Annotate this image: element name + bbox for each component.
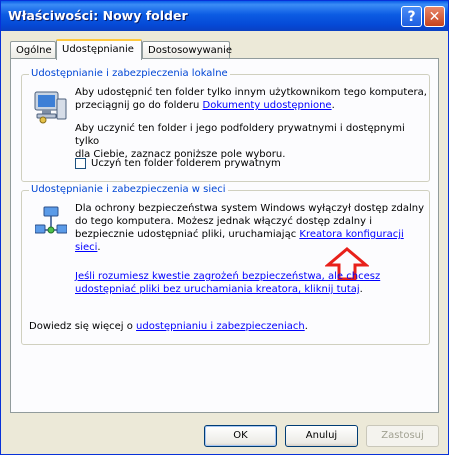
private-info-paragraph: Aby uczynić ten folder i jego podfoldery… bbox=[75, 122, 429, 161]
ok-button[interactable]: OK bbox=[204, 425, 277, 447]
tab-label: Udostępnianie bbox=[62, 44, 134, 55]
network-info-paragraph: Dla ochrony bezpieczeństwa system Window… bbox=[75, 202, 429, 254]
cancel-button[interactable]: Anuluj bbox=[285, 425, 358, 447]
text-line: bezpiecznie udostępniać pliki, uruchamia… bbox=[75, 229, 300, 240]
tab-sharing[interactable]: Udostępnianie bbox=[56, 39, 142, 60]
learn-more-text: Dowiedz się więcej o udostępnianiu i zab… bbox=[29, 320, 308, 333]
risk-paragraph: Jeśli rozumiesz kwestie zagrożeń bezpiec… bbox=[75, 270, 380, 296]
text-line: przeciągnij go do folderu bbox=[75, 100, 203, 111]
text-punct: . bbox=[97, 242, 101, 253]
text-line: Aby udostępnić ten folder tylko innym uż… bbox=[75, 87, 427, 98]
make-private-label[interactable]: Uczyń ten folder folderem prywatnym bbox=[91, 157, 281, 170]
tab-label: Ogólne bbox=[16, 45, 52, 56]
window-title: Właściwości: Nowy folder bbox=[8, 8, 188, 23]
computer-icon bbox=[34, 91, 67, 124]
learn-more-link[interactable]: udostępnianiu i zabezpieczeniach bbox=[136, 321, 305, 332]
text-line: do tego komputera. Możesz jednak włączyć… bbox=[75, 216, 372, 227]
text-punct: . bbox=[359, 284, 363, 295]
tab-customize[interactable]: Dostosowywanie bbox=[142, 41, 233, 58]
link-line: udostępniać pliki bez uruchamiania kreat… bbox=[75, 284, 360, 295]
network-sharing-legend: Udostępnianie i zabezpieczenia w sieci bbox=[29, 184, 228, 195]
local-sharing-legend: Udostępnianie i zabezpieczenia lokalne bbox=[29, 68, 230, 79]
tab-general[interactable]: Ogólne bbox=[10, 41, 56, 58]
close-button[interactable]: ✕ bbox=[424, 6, 445, 27]
shared-documents-link[interactable]: Dokumenty udostępnione bbox=[203, 100, 332, 111]
network-icon bbox=[35, 206, 67, 234]
make-private-checkbox[interactable] bbox=[75, 158, 86, 169]
text-punct: . bbox=[304, 321, 308, 332]
close-icon: ✕ bbox=[428, 8, 441, 25]
help-icon: ? bbox=[407, 8, 416, 25]
share-without-wizard-link[interactable]: Jeśli rozumiesz kwestie zagrożeń bezpiec… bbox=[75, 271, 380, 295]
local-sharing-group: Udostępnianie i zabezpieczenia lokalne A… bbox=[21, 68, 430, 182]
local-info-paragraph: Aby udostępnić ten folder tylko innym uż… bbox=[75, 86, 427, 112]
properties-window: Właściwości: Nowy folder ? ✕ Ogólne Udos… bbox=[0, 0, 449, 455]
text-line: Aby uczynić ten folder i jego podfoldery… bbox=[75, 123, 405, 147]
help-button[interactable]: ? bbox=[401, 6, 422, 27]
apply-button[interactable]: Zastosuj bbox=[366, 425, 439, 447]
text-punct: . bbox=[331, 100, 335, 111]
text-line: Dowiedz się więcej o bbox=[29, 321, 137, 332]
text-line: Dla ochrony bezpieczeństwa system Window… bbox=[75, 203, 424, 214]
title-bar[interactable]: Właściwości: Nowy folder ? ✕ bbox=[1, 1, 448, 31]
tab-panel-sharing: Udostępnianie i zabezpieczenia lokalne A… bbox=[10, 58, 439, 413]
link-line: Jeśli rozumiesz kwestie zagrożeń bezpiec… bbox=[75, 271, 381, 282]
tab-label: Dostosowywanie bbox=[148, 45, 233, 56]
